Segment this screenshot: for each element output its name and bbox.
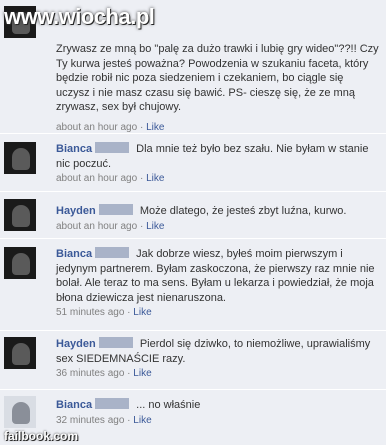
redacted-surname <box>95 247 130 258</box>
comment-body: Zrywasz ze mną bo "palę za dużo trawki i… <box>56 42 380 135</box>
comment-text: Zrywasz ze mną bo "palę za dużo trawki i… <box>56 43 379 113</box>
author-name[interactable]: Bianca <box>56 143 92 155</box>
redacted-surname <box>95 142 130 153</box>
author-name[interactable]: Hayden <box>56 205 96 217</box>
comment-meta: 36 minutes ago · Like <box>56 368 152 379</box>
comment-time: about an hour ago <box>56 220 138 232</box>
comment-meta: 51 minutes ago · Like <box>56 307 152 318</box>
redacted-surname <box>98 204 133 215</box>
like-link[interactable]: Like <box>133 368 151 379</box>
like-link[interactable]: Like <box>146 173 164 184</box>
avatar[interactable] <box>4 396 36 428</box>
author-name[interactable]: Hayden <box>56 338 96 350</box>
avatar[interactable] <box>4 247 36 279</box>
redacted-surname <box>98 337 133 348</box>
author-name[interactable]: Bianca <box>56 248 92 260</box>
like-link[interactable]: Like <box>133 415 151 426</box>
comment-meta: about an hour ago · Like <box>56 173 165 184</box>
comment-item: Hayden Pierdol się dziwko, to niemożliwe… <box>0 331 386 390</box>
watermark-wiocha: www.wiocha.pl <box>4 4 155 29</box>
like-link[interactable]: Like <box>146 221 164 232</box>
comment-meta: about an hour ago · Like <box>56 220 165 232</box>
comment-body: Bianca Jak dobrze wiesz, byłeś moim pier… <box>56 247 380 321</box>
comment-time: about an hour ago <box>56 121 138 133</box>
avatar[interactable] <box>4 199 36 231</box>
comment-meta: 32 minutes ago · Like <box>56 414 152 426</box>
page: www.wiocha.pl Zrywasz ze mną bo "palę za… <box>0 0 386 445</box>
comment-body: Hayden Pierdol się dziwko, to niemożliwe… <box>56 337 380 382</box>
comment-item: Hayden Może dlatego, że jesteś zbyt luźn… <box>0 192 386 239</box>
like-link[interactable]: Like <box>146 122 164 133</box>
comment-meta: about an hour ago · Like <box>56 121 165 133</box>
avatar[interactable] <box>4 142 36 174</box>
comment-time: 32 minutes ago <box>56 414 125 426</box>
comment-time: about an hour ago <box>56 173 138 184</box>
like-link[interactable]: Like <box>133 307 151 318</box>
comment-item: Bianca Dla mnie też było bez szału. Nie … <box>0 134 386 192</box>
watermark-failbook: failbook.com <box>4 429 79 443</box>
comment-body: Hayden Może dlatego, że jesteś zbyt luźn… <box>56 204 380 234</box>
comment-time: 36 minutes ago <box>56 368 125 379</box>
comment-text: ... no właśnie <box>136 399 201 411</box>
avatar[interactable] <box>4 337 36 369</box>
comment-body: Bianca Dla mnie też było bez szału. Nie … <box>56 142 380 187</box>
comment-text: Może dlatego, że jesteś zbyt luźna, kurw… <box>139 205 347 217</box>
comment-body: Bianca ... no właśnie 32 minutes ago · L… <box>56 398 380 428</box>
comment-item: Bianca Jak dobrze wiesz, byłeś moim pier… <box>0 239 386 331</box>
comment-time: 51 minutes ago <box>56 307 125 318</box>
author-name[interactable]: Bianca <box>56 399 92 411</box>
redacted-surname <box>95 398 130 409</box>
